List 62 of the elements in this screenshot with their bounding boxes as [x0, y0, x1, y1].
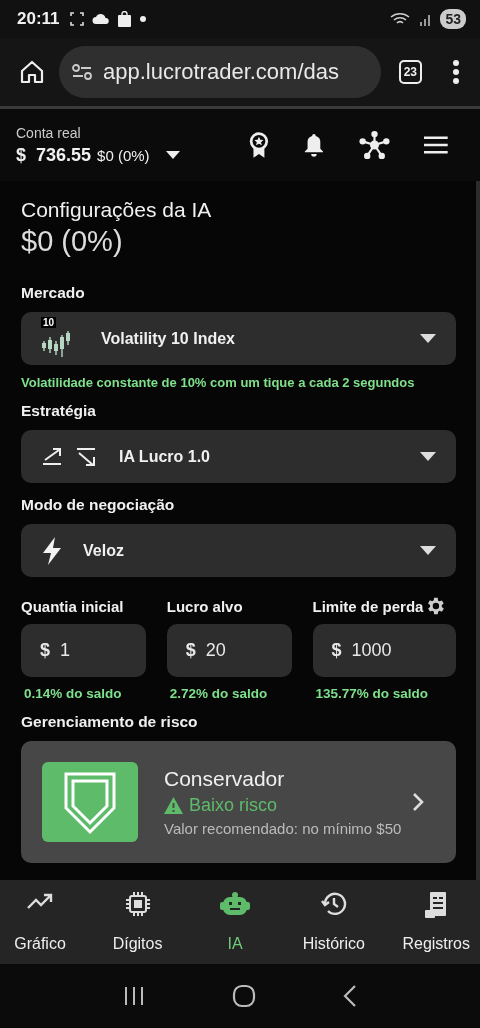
nav-tab[interactable]: IA [205, 891, 266, 953]
nav-tab[interactable]: Registros [402, 891, 470, 953]
mode-select[interactable]: Veloz [21, 524, 456, 577]
history-icon [320, 891, 347, 917]
menu-icon[interactable] [424, 135, 448, 155]
address-bar[interactable]: app.lucrotrader.com/das [59, 46, 381, 98]
market-select[interactable]: 10 Volatility 10 Index [21, 312, 456, 365]
profit-value: $0 (0%) [21, 225, 124, 258]
dropdown-caret-icon [420, 546, 436, 555]
nav-tab[interactable]: Dígitos [107, 891, 168, 953]
bell-icon[interactable] [303, 131, 326, 159]
field-label: Estratégia [21, 402, 97, 420]
screenshot-icon [68, 11, 85, 27]
status-time: 20:11 [17, 9, 60, 29]
field-label: Modo de negociação [21, 496, 176, 514]
field-label: Gerenciamento de risco [21, 713, 199, 731]
receipt-icon [424, 891, 449, 919]
amount-input[interactable]: $ 1 [21, 624, 146, 677]
account-label: Conta real [16, 124, 82, 141]
chevron-right-icon [412, 792, 424, 812]
network-nodes-icon[interactable] [359, 129, 391, 161]
market-description: Volatilidade constante de 10% com um tique a cada 2 segundos [21, 375, 416, 390]
battery-level: 53 [440, 9, 466, 29]
award-ribbon-icon[interactable] [247, 130, 270, 160]
strategy-select[interactable]: IA Lucro 1.0 [21, 430, 456, 483]
balance-percent: 135.77% do saldo [315, 686, 430, 701]
lightning-icon [41, 536, 63, 565]
risk-level: Baixo risco [189, 795, 278, 816]
field-label: Mercado [21, 284, 86, 302]
home-icon[interactable] [19, 59, 45, 85]
account-balance[interactable]: $ 736.55 [16, 144, 92, 166]
shopping-bag-icon [116, 11, 132, 27]
balance-change: $0 (0%) [97, 146, 150, 164]
balance-percent: 0.14% do saldo [24, 686, 123, 701]
dropdown-caret-icon [420, 334, 436, 343]
recent-apps-icon[interactable] [123, 986, 146, 1006]
risk-profile-card[interactable]: Conservador Baixo risco Valor recomendado: no mínimo $50 [21, 741, 456, 863]
warning-icon [164, 797, 183, 814]
risk-profile-title: Conservador [164, 767, 286, 791]
balance-percent: 2.72% do saldo [169, 686, 269, 701]
shield-icon [42, 762, 138, 842]
page-title: Configurações da IA [21, 198, 213, 222]
tab-count-button[interactable]: 23 [398, 60, 422, 84]
field-label: Limite de perda [312, 597, 424, 615]
trend-up-icon [26, 891, 54, 911]
field-label: Quantia inicial [21, 597, 124, 615]
nav-tab[interactable]: Gráfico [10, 891, 70, 953]
site-settings-icon[interactable] [71, 63, 93, 81]
caret-icon[interactable] [165, 151, 180, 159]
dot-icon [138, 15, 147, 23]
home-button-icon[interactable] [232, 984, 256, 1008]
dropdown-caret-icon [420, 452, 436, 461]
field-label: Lucro alvo [166, 597, 243, 615]
robot-icon [220, 891, 251, 917]
recommended-value: Valor recomendado: no mínimo $50 [164, 820, 402, 837]
cloud-icon [91, 13, 110, 25]
amount-input[interactable]: $ 20 [166, 624, 292, 677]
back-icon[interactable] [342, 984, 357, 1008]
amount-input[interactable]: $ 1000 [312, 624, 456, 677]
nav-tab[interactable]: Histórico [302, 891, 365, 953]
more-options-icon[interactable] [452, 59, 460, 85]
chip-icon [124, 891, 151, 917]
